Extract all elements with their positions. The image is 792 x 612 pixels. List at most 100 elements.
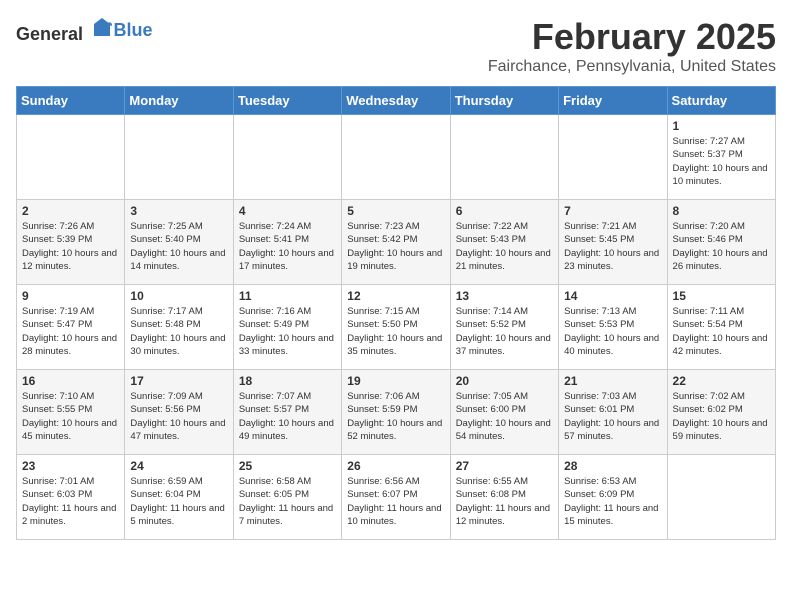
sunset-label: Sunset: 5:53 PM bbox=[564, 319, 634, 330]
day-number: 16 bbox=[22, 374, 119, 388]
day-number: 21 bbox=[564, 374, 661, 388]
sunset-label: Sunset: 5:47 PM bbox=[22, 319, 92, 330]
sunset-label: Sunset: 6:03 PM bbox=[22, 489, 92, 500]
day-number: 14 bbox=[564, 289, 661, 303]
daylight-label: Daylight: 10 hours and 54 minutes. bbox=[456, 418, 551, 442]
day-number: 17 bbox=[130, 374, 227, 388]
day-info: Sunrise: 7:13 AM Sunset: 5:53 PM Dayligh… bbox=[564, 305, 661, 358]
daylight-label: Daylight: 11 hours and 2 minutes. bbox=[22, 503, 116, 527]
day-number: 20 bbox=[456, 374, 553, 388]
sunrise-label: Sunrise: 7:03 AM bbox=[564, 391, 636, 402]
header-wednesday: Wednesday bbox=[342, 87, 450, 115]
day-number: 7 bbox=[564, 204, 661, 218]
day-info: Sunrise: 7:22 AM Sunset: 5:43 PM Dayligh… bbox=[456, 220, 553, 273]
table-row: 28 Sunrise: 6:53 AM Sunset: 6:09 PM Dayl… bbox=[559, 455, 667, 540]
table-row: 21 Sunrise: 7:03 AM Sunset: 6:01 PM Dayl… bbox=[559, 370, 667, 455]
day-number: 5 bbox=[347, 204, 444, 218]
day-number: 10 bbox=[130, 289, 227, 303]
daylight-label: Daylight: 10 hours and 47 minutes. bbox=[130, 418, 225, 442]
daylight-label: Daylight: 10 hours and 30 minutes. bbox=[130, 333, 225, 357]
sunset-label: Sunset: 5:55 PM bbox=[22, 404, 92, 415]
day-info: Sunrise: 7:24 AM Sunset: 5:41 PM Dayligh… bbox=[239, 220, 336, 273]
table-row bbox=[125, 115, 233, 200]
sunset-label: Sunset: 5:42 PM bbox=[347, 234, 417, 245]
table-row: 1 Sunrise: 7:27 AM Sunset: 5:37 PM Dayli… bbox=[667, 115, 775, 200]
day-info: Sunrise: 7:25 AM Sunset: 5:40 PM Dayligh… bbox=[130, 220, 227, 273]
daylight-label: Daylight: 10 hours and 10 minutes. bbox=[673, 163, 768, 187]
sunrise-label: Sunrise: 7:02 AM bbox=[673, 391, 745, 402]
table-row: 27 Sunrise: 6:55 AM Sunset: 6:08 PM Dayl… bbox=[450, 455, 558, 540]
day-number: 2 bbox=[22, 204, 119, 218]
daylight-label: Daylight: 10 hours and 42 minutes. bbox=[673, 333, 768, 357]
sunrise-label: Sunrise: 6:55 AM bbox=[456, 476, 528, 487]
table-row: 26 Sunrise: 6:56 AM Sunset: 6:07 PM Dayl… bbox=[342, 455, 450, 540]
table-row: 14 Sunrise: 7:13 AM Sunset: 5:53 PM Dayl… bbox=[559, 285, 667, 370]
day-info: Sunrise: 7:09 AM Sunset: 5:56 PM Dayligh… bbox=[130, 390, 227, 443]
sunset-label: Sunset: 5:52 PM bbox=[456, 319, 526, 330]
sunset-label: Sunset: 6:07 PM bbox=[347, 489, 417, 500]
table-row: 8 Sunrise: 7:20 AM Sunset: 5:46 PM Dayli… bbox=[667, 200, 775, 285]
logo-general-text: General bbox=[16, 24, 83, 44]
calendar-week-row: 16 Sunrise: 7:10 AM Sunset: 5:55 PM Dayl… bbox=[17, 370, 776, 455]
day-number: 12 bbox=[347, 289, 444, 303]
day-info: Sunrise: 6:55 AM Sunset: 6:08 PM Dayligh… bbox=[456, 475, 553, 528]
table-row: 11 Sunrise: 7:16 AM Sunset: 5:49 PM Dayl… bbox=[233, 285, 341, 370]
table-row bbox=[450, 115, 558, 200]
sunrise-label: Sunrise: 7:22 AM bbox=[456, 221, 528, 232]
day-number: 8 bbox=[673, 204, 770, 218]
day-info: Sunrise: 7:10 AM Sunset: 5:55 PM Dayligh… bbox=[22, 390, 119, 443]
day-number: 19 bbox=[347, 374, 444, 388]
sunrise-label: Sunrise: 7:01 AM bbox=[22, 476, 94, 487]
sunrise-label: Sunrise: 7:10 AM bbox=[22, 391, 94, 402]
header-monday: Monday bbox=[125, 87, 233, 115]
day-number: 3 bbox=[130, 204, 227, 218]
calendar-week-row: 2 Sunrise: 7:26 AM Sunset: 5:39 PM Dayli… bbox=[17, 200, 776, 285]
day-info: Sunrise: 6:53 AM Sunset: 6:09 PM Dayligh… bbox=[564, 475, 661, 528]
day-info: Sunrise: 7:17 AM Sunset: 5:48 PM Dayligh… bbox=[130, 305, 227, 358]
daylight-label: Daylight: 10 hours and 52 minutes. bbox=[347, 418, 442, 442]
header-tuesday: Tuesday bbox=[233, 87, 341, 115]
sunrise-label: Sunrise: 7:13 AM bbox=[564, 306, 636, 317]
table-row bbox=[667, 455, 775, 540]
day-info: Sunrise: 6:58 AM Sunset: 6:05 PM Dayligh… bbox=[239, 475, 336, 528]
sunset-label: Sunset: 5:46 PM bbox=[673, 234, 743, 245]
logo-blue-text: Blue bbox=[114, 20, 153, 40]
location-title: Fairchance, Pennsylvania, United States bbox=[488, 58, 776, 76]
table-row: 3 Sunrise: 7:25 AM Sunset: 5:40 PM Dayli… bbox=[125, 200, 233, 285]
table-row: 12 Sunrise: 7:15 AM Sunset: 5:50 PM Dayl… bbox=[342, 285, 450, 370]
sunset-label: Sunset: 5:43 PM bbox=[456, 234, 526, 245]
table-row: 13 Sunrise: 7:14 AM Sunset: 5:52 PM Dayl… bbox=[450, 285, 558, 370]
logo: General Blue bbox=[16, 16, 153, 45]
day-number: 24 bbox=[130, 459, 227, 473]
header-saturday: Saturday bbox=[667, 87, 775, 115]
day-info: Sunrise: 7:21 AM Sunset: 5:45 PM Dayligh… bbox=[564, 220, 661, 273]
daylight-label: Daylight: 10 hours and 59 minutes. bbox=[673, 418, 768, 442]
calendar-week-row: 1 Sunrise: 7:27 AM Sunset: 5:37 PM Dayli… bbox=[17, 115, 776, 200]
day-info: Sunrise: 7:07 AM Sunset: 5:57 PM Dayligh… bbox=[239, 390, 336, 443]
daylight-label: Daylight: 11 hours and 10 minutes. bbox=[347, 503, 441, 527]
daylight-label: Daylight: 10 hours and 19 minutes. bbox=[347, 248, 442, 272]
day-info: Sunrise: 7:02 AM Sunset: 6:02 PM Dayligh… bbox=[673, 390, 770, 443]
table-row: 19 Sunrise: 7:06 AM Sunset: 5:59 PM Dayl… bbox=[342, 370, 450, 455]
day-info: Sunrise: 7:19 AM Sunset: 5:47 PM Dayligh… bbox=[22, 305, 119, 358]
table-row: 18 Sunrise: 7:07 AM Sunset: 5:57 PM Dayl… bbox=[233, 370, 341, 455]
sunset-label: Sunset: 5:57 PM bbox=[239, 404, 309, 415]
sunset-label: Sunset: 5:48 PM bbox=[130, 319, 200, 330]
day-info: Sunrise: 7:20 AM Sunset: 5:46 PM Dayligh… bbox=[673, 220, 770, 273]
daylight-label: Daylight: 11 hours and 5 minutes. bbox=[130, 503, 224, 527]
sunrise-label: Sunrise: 6:58 AM bbox=[239, 476, 311, 487]
table-row bbox=[17, 115, 125, 200]
sunset-label: Sunset: 5:39 PM bbox=[22, 234, 92, 245]
table-row bbox=[233, 115, 341, 200]
daylight-label: Daylight: 11 hours and 7 minutes. bbox=[239, 503, 333, 527]
daylight-label: Daylight: 10 hours and 26 minutes. bbox=[673, 248, 768, 272]
day-number: 22 bbox=[673, 374, 770, 388]
weekday-header-row: Sunday Monday Tuesday Wednesday Thursday… bbox=[17, 87, 776, 115]
day-number: 28 bbox=[564, 459, 661, 473]
calendar: Sunday Monday Tuesday Wednesday Thursday… bbox=[16, 86, 776, 540]
day-number: 6 bbox=[456, 204, 553, 218]
sunset-label: Sunset: 6:05 PM bbox=[239, 489, 309, 500]
day-number: 4 bbox=[239, 204, 336, 218]
sunrise-label: Sunrise: 7:17 AM bbox=[130, 306, 202, 317]
sunrise-label: Sunrise: 7:23 AM bbox=[347, 221, 419, 232]
